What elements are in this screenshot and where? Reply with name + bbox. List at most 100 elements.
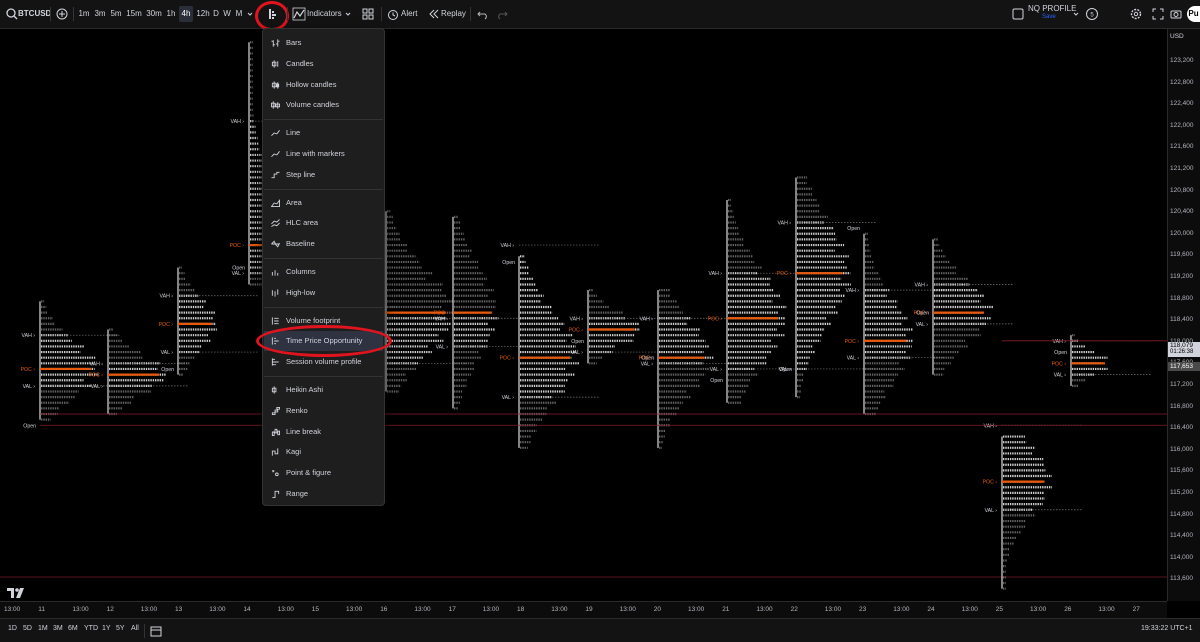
vah-label: VAH › [640,316,654,322]
range-3m[interactable]: 3M [53,625,63,632]
layout-checkbox-icon[interactable] [1010,6,1026,22]
menu-divider [264,376,383,377]
vah-label: VAH › [984,423,998,429]
chevron-down-icon[interactable] [1072,6,1080,22]
menu-item-range[interactable]: Range [264,484,383,504]
date-range-calendar-icon[interactable] [148,623,164,639]
menu-divider [264,306,383,308]
open-label: Open [916,311,929,317]
publish-button[interactable]: Pu [1187,6,1200,22]
tradingview-logo-icon[interactable] [6,585,26,601]
range-5y[interactable]: 5Y [116,625,125,632]
bottom-toolbar: 1D 5D 1M 3M 6M YTD 1Y 5Y All 19:33:22 UT… [0,618,1200,642]
currency-label[interactable]: USD [1170,33,1184,40]
menu-item-point-figure[interactable]: Point & figure [264,463,383,483]
val-label: VAL › [23,384,36,390]
compare-plus-icon[interactable] [54,6,70,22]
menu-item-candles[interactable]: Candles [264,54,383,74]
timeframe-w[interactable]: W [222,6,232,22]
chevron-down-icon[interactable] [246,6,254,22]
range-1d[interactable]: 1D [8,625,17,632]
range-ytd[interactable]: YTD [84,625,98,632]
menu-item-step-line[interactable]: Step line [264,165,383,185]
menu-item-columns[interactable]: Columns [264,262,383,282]
menu-item-line-break[interactable]: Line break [264,422,383,442]
time-label: 12 [106,606,114,613]
range-1y[interactable]: 1Y [102,625,111,632]
price-axis[interactable]: USD 123,200 122,800 122,400 122,000 121,600 1… [1167,29,1200,601]
alarm-clock-icon[interactable] [385,6,401,22]
price-label: 120,800 [1170,186,1194,194]
time-label: 25 [995,606,1004,613]
timeframe-3m[interactable]: 3m [93,6,107,22]
snapshot-camera-icon[interactable] [1168,6,1184,22]
vah-label: VAH › [90,361,104,367]
chevron-down-icon[interactable] [344,6,352,22]
indicators-button[interactable]: Indicators [307,6,342,22]
menu-item-label: Session volume profile [286,357,362,367]
replay-button[interactable]: Replay [441,6,466,22]
timeframe-1h[interactable]: 1h [165,6,177,22]
vah-label: VAH › [160,294,174,300]
price-label: 122,000 [1170,121,1194,129]
price-label: 115,200 [1170,489,1194,496]
time-label: 13:00 [277,606,294,613]
symbol-search[interactable]: BTCUSD [18,6,51,22]
timeframe-m[interactable]: M [234,6,244,22]
redo-icon[interactable] [494,6,510,22]
menu-item-line[interactable]: Line [264,123,383,143]
replay-rewind-icon[interactable] [426,6,442,22]
menu-item-line-markers[interactable]: Line with markers [264,144,383,164]
menu-item-high-low[interactable]: High-low [264,283,383,303]
hlc-area-icon [271,219,280,228]
menu-item-baseline[interactable]: Baseline [264,234,383,254]
range-6m[interactable]: 6M [68,625,78,632]
time-label: 13:00 [72,606,89,613]
timeframe-15m[interactable]: 15m [125,6,143,22]
tpo-chart-svg[interactable]: VAH ›POC ›VAL ›OpenVAH ›POC ›VAL ›VAH ›P… [0,29,1167,601]
settings-gear-icon[interactable] [1128,6,1144,22]
indicators-icon[interactable] [291,6,307,22]
alert-button[interactable]: Alert [401,6,417,22]
open-label: Open [641,356,654,362]
timeframe-12h[interactable]: 12h [195,6,211,22]
range-all[interactable]: All [131,625,139,632]
menu-item-heikin-ashi[interactable]: Heikin Ashi [264,380,383,400]
fullscreen-icon[interactable] [1150,6,1166,22]
trading-app: BTCUSD 1m 3m 5m 15m 30m 1h 4h 12h D W M … [0,0,1200,642]
menu-item-bars[interactable]: Bars [264,33,383,53]
quick-search-icon[interactable]: 5 [1084,6,1100,22]
range-5d[interactable]: 5D [23,625,32,632]
val-label: VAL › [916,322,929,328]
menu-item-kagi[interactable]: Kagi [264,442,383,462]
undo-icon[interactable] [475,6,491,22]
timeframe-d[interactable]: D [212,6,220,22]
last-price-badge: 118,079 01:26:38 [1168,342,1200,357]
menu-item-volume-candles[interactable]: Volume candles [264,95,383,115]
menu-item-hlc-area[interactable]: HLC area [264,213,383,233]
timeframe-5m[interactable]: 5m [109,6,123,22]
vah-label: VAH › [709,271,723,277]
chart-type-menu: Bars Candles Hollow candles Volume candles L… [262,28,385,506]
price-label: 119,200 [1170,273,1194,280]
menu-item-area[interactable]: Area [264,193,383,213]
menu-item-hollow-candles[interactable]: Hollow candles [264,75,383,95]
time-label: 13:00 [551,606,568,613]
menu-item-label: Columns [286,267,316,276]
timeframe-1m[interactable]: 1m [77,6,91,22]
save-label[interactable]: Save [1042,13,1056,22]
menu-item-label: Range [286,489,309,498]
time-axis[interactable]: 13:00 11 13:00 12 13:00 13 13:00 14 13:00 15 13:00… [0,601,1167,618]
timeframe-30m[interactable]: 30m [145,6,163,22]
layouts-grid-icon[interactable] [360,6,376,22]
vah-label: VAH › [778,221,792,227]
clock-timezone[interactable]: 19:33:22 UTC+1 [1141,625,1193,632]
time-label: 13:00 [1098,606,1115,613]
timeframe-4h[interactable]: 4h [179,6,193,22]
time-label: 23 [859,606,867,613]
range-1m[interactable]: 1M [38,625,48,632]
tpo-chart-area[interactable]: VAH › POC › VAL › Open VAH › POC › VAL › VAH › P… [0,29,1167,601]
menu-item-renko[interactable]: Renko [264,401,383,421]
vah-label: VAH › [435,316,449,322]
price-label: 114,400 [1170,532,1194,540]
